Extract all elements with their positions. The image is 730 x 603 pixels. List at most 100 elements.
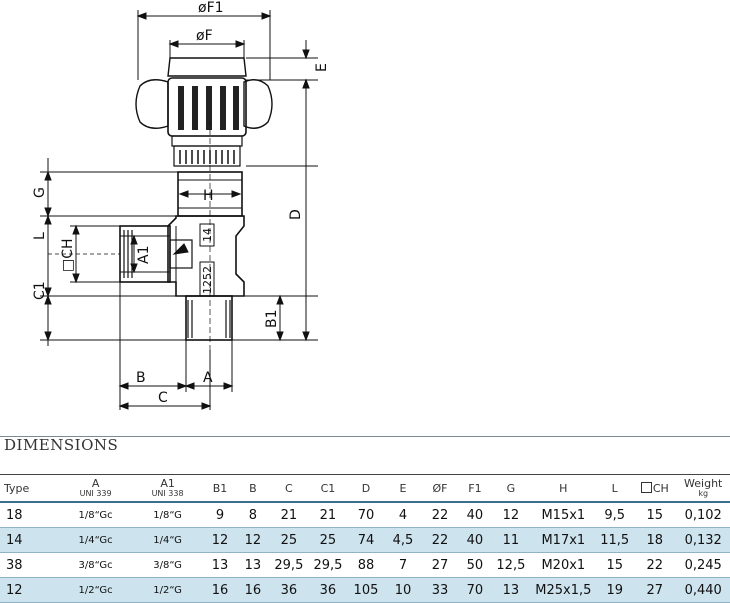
table-cell: 16 <box>203 577 237 603</box>
table-cell: 3/8“G <box>131 552 204 578</box>
table-cell: 1/8“G <box>131 501 204 528</box>
table-cell: 0,245 <box>676 552 730 578</box>
label-c1: C1 <box>32 281 48 300</box>
table-cell: 12 <box>491 501 531 528</box>
table-cell: 4 <box>384 501 422 528</box>
table-cell: 1/8“Gc <box>59 501 132 528</box>
col-header-e: E <box>384 474 422 502</box>
table-cell: 16 <box>236 577 270 603</box>
table-cell: 40 <box>458 527 492 553</box>
col-header-ch: CH <box>633 474 677 502</box>
table-cell: 15 <box>596 552 634 578</box>
table-cell: M25x1,5 <box>530 577 597 603</box>
table-cell: 70 <box>458 577 492 603</box>
table-cell: 19 <box>596 577 634 603</box>
col-header-l: L <box>596 474 634 502</box>
table-cell: 22 <box>633 552 677 578</box>
table-cell: 13 <box>236 552 270 578</box>
table-cell: 18 <box>0 501 60 528</box>
col-header-f: ØF <box>421 474 459 502</box>
valve-technical-drawing: øF1 øF E G H L □CH A1 C1 D B1 B A C 14 1… <box>32 0 330 410</box>
table-cell: 9,5 <box>596 501 634 528</box>
label-a1: A1 <box>136 246 152 264</box>
table-cell: 12,5 <box>491 552 531 578</box>
table-cell: 22 <box>421 527 459 553</box>
table-cell: 25 <box>308 527 348 553</box>
col-header-weight: Weight kg <box>676 474 730 502</box>
table-header-row: Type A UNI 339 A1 UNI 338 B1 B C C1 D E ØF… <box>0 474 730 502</box>
table-cell: 0,102 <box>676 501 730 528</box>
table-cell: 1/2“G <box>131 577 204 603</box>
table-cell: 40 <box>458 501 492 528</box>
table-cell: 7 <box>384 552 422 578</box>
table-cell: 15 <box>633 501 677 528</box>
col-header-b1: B1 <box>203 474 237 502</box>
table-cell: 14 <box>0 527 60 553</box>
col-header-h: H <box>530 474 597 502</box>
label-h: H <box>203 188 214 204</box>
table-cell: M17x1 <box>530 527 597 553</box>
table-cell: 13 <box>203 552 237 578</box>
table-cell: 11 <box>491 527 531 553</box>
table-cell: 0,132 <box>676 527 730 553</box>
col-header-g: G <box>491 474 531 502</box>
table-cell: 38 <box>0 552 60 578</box>
table-cell: 9 <box>203 501 237 528</box>
label-b1: B1 <box>264 309 280 328</box>
table-cell: 27 <box>421 552 459 578</box>
table-cell: 36 <box>308 577 348 603</box>
col-header-b: B <box>236 474 270 502</box>
table-cell: 105 <box>347 577 385 603</box>
section-title: DIMENSIONS <box>4 436 119 454</box>
table-cell: 88 <box>347 552 385 578</box>
label-d: D <box>288 209 304 220</box>
table-cell: 12 <box>203 527 237 553</box>
col-header-a1: A1 UNI 338 <box>131 474 204 502</box>
label-l: L <box>32 232 48 240</box>
table-cell: 29,5 <box>269 552 309 578</box>
table-cell: 70 <box>347 501 385 528</box>
col-header-c1: C1 <box>308 474 348 502</box>
table-cell: M15x1 <box>530 501 597 528</box>
col-header-a: A UNI 339 <box>59 474 132 502</box>
table-row: 18 1/8“Gc 1/8“G 9 8 21 21 70 4 22 40 12 M15x1 9,5 15 0,… <box>0 501 730 528</box>
label-a: A <box>203 370 213 386</box>
table-cell: 22 <box>421 501 459 528</box>
col-header-type: Type <box>0 474 60 502</box>
body-mark-1252: 1252 <box>201 266 214 294</box>
col-header-f1: F1 <box>458 474 492 502</box>
table-cell: M20x1 <box>530 552 597 578</box>
table-cell: 11,5 <box>596 527 634 553</box>
label-f: øF <box>196 28 213 44</box>
label-ch: □CH <box>60 238 76 272</box>
table-cell: 1/2“Gc <box>59 577 132 603</box>
table-cell: 3/8“Gc <box>59 552 132 578</box>
table-cell: 0,440 <box>676 577 730 603</box>
table-cell: 13 <box>491 577 531 603</box>
table-cell: 1/4“G <box>131 527 204 553</box>
col-header-d: D <box>347 474 385 502</box>
table-cell: 33 <box>421 577 459 603</box>
table-row: 12 1/2“Gc 1/2“G 16 16 36 36 105 10 33 70 13 M25x1,5 1… <box>0 577 730 603</box>
table-cell: 12 <box>236 527 270 553</box>
table-cell: 21 <box>269 501 309 528</box>
table-cell: 1/4“Gc <box>59 527 132 553</box>
table-cell: 74 <box>347 527 385 553</box>
table-cell: 50 <box>458 552 492 578</box>
label-g: G <box>32 187 48 198</box>
table-row: 38 3/8“Gc 3/8“G 13 13 29,5 29,5 88 7 27 50 12,5 M20x… <box>0 552 730 578</box>
table-cell: 8 <box>236 501 270 528</box>
table-cell: 27 <box>633 577 677 603</box>
table-row: 14 1/4“Gc 1/4“G 12 12 25 25 74 4,5 22 40 11 M17x1 11,… <box>0 527 730 553</box>
body-mark-14: 14 <box>201 228 214 242</box>
label-c: C <box>158 390 168 406</box>
col-header-c: C <box>269 474 309 502</box>
table-cell: 10 <box>384 577 422 603</box>
table-cell: 4,5 <box>384 527 422 553</box>
table-cell: 29,5 <box>308 552 348 578</box>
label-f1: øF1 <box>198 0 224 16</box>
label-b: B <box>136 370 146 386</box>
table-cell: 21 <box>308 501 348 528</box>
table-cell: 36 <box>269 577 309 603</box>
table-cell: 25 <box>269 527 309 553</box>
